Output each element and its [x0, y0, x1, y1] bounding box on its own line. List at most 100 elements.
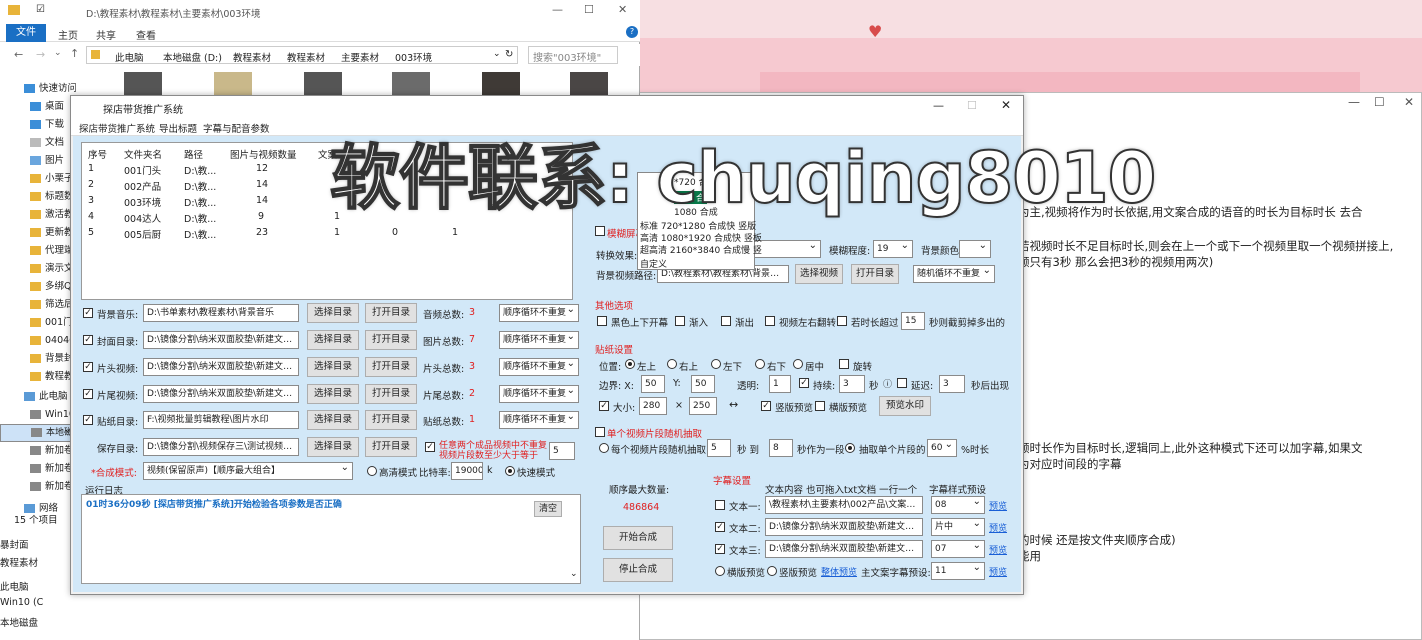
- cover-open-button[interactable]: 打开目录: [365, 330, 417, 350]
- delay-checkbox[interactable]: [897, 378, 907, 388]
- pos-radio[interactable]: [667, 359, 677, 369]
- menu-subtitle-voice[interactable]: 字幕与配音参数: [203, 121, 270, 135]
- intro-open-button[interactable]: 打开目录: [365, 357, 417, 377]
- cover-path-input[interactable]: D:\镜像分割\纳米双面胶垫\新建文件夹: [143, 331, 299, 349]
- cover-mode-select[interactable]: 顺序循环不重复: [499, 331, 579, 349]
- rotate-checkbox[interactable]: [839, 359, 849, 369]
- text2-preview-link[interactable]: 预览: [989, 521, 1007, 534]
- save-path-input[interactable]: D:\镜像分割\视频保存三\测试视频\04C: [143, 438, 299, 456]
- hq-radio[interactable]: [367, 466, 377, 476]
- nav-item[interactable]: 更新教: [0, 224, 76, 242]
- bg-mode-select[interactable]: 随机循环不重复: [913, 265, 995, 283]
- back-icon[interactable]: ←: [14, 48, 23, 61]
- nav-item[interactable]: 小栗子: [0, 170, 76, 188]
- nav-item[interactable]: 图片: [0, 152, 76, 170]
- breadcrumb-item[interactable]: 主要素材: [341, 50, 379, 64]
- bgm-select-button[interactable]: 选择目录: [307, 303, 359, 323]
- v-preview-radio[interactable]: [767, 566, 777, 576]
- percent-select[interactable]: 60: [927, 439, 957, 457]
- chevron-down-icon[interactable]: ⌄: [493, 49, 501, 59]
- sticker-checkbox[interactable]: ✓: [83, 415, 93, 425]
- cover-checkbox[interactable]: ✓: [83, 335, 93, 345]
- h-preview-radio[interactable]: [715, 566, 725, 576]
- whole-preview-link[interactable]: 整体预览: [821, 565, 857, 578]
- save-select-button[interactable]: 选择目录: [307, 437, 359, 457]
- compose-mode-select[interactable]: 视频(保留原声)【顺序最大组合】: [143, 462, 353, 480]
- no-repeat-checkbox[interactable]: ✓: [425, 442, 435, 452]
- alpha-input[interactable]: 1: [769, 375, 791, 393]
- refresh-icon[interactable]: ↻: [505, 49, 513, 60]
- nav-item[interactable]: 新加卷: [0, 478, 76, 496]
- tab-file[interactable]: 文件: [6, 24, 46, 42]
- nav-item[interactable]: 本地磁: [0, 424, 76, 442]
- nav-item[interactable]: 新加卷: [0, 442, 76, 460]
- up-icon[interactable]: ↑: [70, 47, 79, 60]
- main-preset-select[interactable]: 11: [931, 562, 985, 580]
- nav-item[interactable]: 教程教: [0, 368, 76, 386]
- text3-input[interactable]: D:\镜像分割\纳米双面胶垫\新建文件夹: [765, 540, 923, 558]
- nav-item[interactable]: 多绑Q: [0, 278, 76, 296]
- nav-item[interactable]: 激活教: [0, 206, 76, 224]
- outro-path-input[interactable]: D:\镜像分割\纳米双面胶垫\新建文件夹: [143, 385, 299, 403]
- opt-checkbox[interactable]: [721, 316, 731, 326]
- stop-button[interactable]: 停止合成: [603, 558, 673, 582]
- breadcrumb[interactable]: 此电脑 本地磁盘 (D:) 教程素材 教程素材 主要素材 003环境 ⌄ ↻: [86, 46, 518, 64]
- menu-export-title[interactable]: 导出标题: [159, 121, 197, 135]
- nav-item[interactable]: 筛选后: [0, 296, 76, 314]
- minimize-icon[interactable]: —: [933, 99, 944, 112]
- nav-item[interactable]: 新加卷: [0, 460, 76, 478]
- breadcrumb-item[interactable]: 003环境: [395, 50, 432, 64]
- help-icon[interactable]: ?: [626, 26, 638, 38]
- main-preview-link[interactable]: 预览: [989, 565, 1007, 578]
- clip-min-input[interactable]: 5: [707, 439, 731, 457]
- breadcrumb-item[interactable]: 本地磁盘 (D:): [163, 50, 222, 64]
- nav-item[interactable]: 演示文: [0, 260, 76, 278]
- delay-input[interactable]: 3: [939, 375, 965, 393]
- chevron-down-icon[interactable]: ⌄: [54, 48, 62, 58]
- start-button[interactable]: 开始合成: [603, 526, 673, 550]
- bgm-open-button[interactable]: 打开目录: [365, 303, 417, 323]
- pos-radio[interactable]: [625, 359, 635, 369]
- nav-item[interactable]: 桌面: [0, 98, 76, 116]
- breadcrumb-item[interactable]: 教程素材: [287, 50, 325, 64]
- intro-path-input[interactable]: D:\镜像分割\纳米双面胶垫\新建文件夹: [143, 358, 299, 376]
- dropdown-option[interactable]: 超高清 2160*3840 合成慢 竖: [640, 243, 762, 256]
- no-repeat-input[interactable]: 5: [549, 442, 575, 460]
- text2-style-select[interactable]: 片中: [931, 518, 985, 536]
- nav-item[interactable]: 下载: [0, 116, 76, 134]
- text3-preview-link[interactable]: 预览: [989, 543, 1007, 556]
- bg-color-picker[interactable]: [959, 240, 991, 258]
- text1-style-select[interactable]: 08: [931, 496, 985, 514]
- tab-share[interactable]: 共享: [96, 27, 116, 42]
- fast-radio[interactable]: [505, 466, 515, 476]
- nav-item[interactable]: 背景封: [0, 350, 76, 368]
- pos-radio[interactable]: [793, 359, 803, 369]
- select-video-button[interactable]: 选择视频: [795, 264, 843, 284]
- nav-item[interactable]: 04046: [0, 332, 76, 350]
- outro-mode-select[interactable]: 顺序循环不重复: [499, 385, 579, 403]
- text1-preview-link[interactable]: 预览: [989, 499, 1007, 512]
- outro-checkbox[interactable]: ✓: [83, 389, 93, 399]
- dropdown-option[interactable]: 自定义: [640, 257, 667, 270]
- bitrate-input[interactable]: 19000: [451, 462, 483, 480]
- maximize-icon[interactable]: ☐: [584, 3, 594, 16]
- text3-style-select[interactable]: 07: [931, 540, 985, 558]
- preview-watermark-button[interactable]: 预览水印: [879, 396, 931, 416]
- y-input[interactable]: 50: [691, 375, 715, 393]
- pos-radio[interactable]: [755, 359, 765, 369]
- pos-radio[interactable]: [711, 359, 721, 369]
- search-input[interactable]: 搜索"003环境": [528, 46, 618, 64]
- opt-checkbox[interactable]: [597, 316, 607, 326]
- text1-input[interactable]: \教程素材\主要素材\002产品\文案2.txt: [765, 496, 923, 514]
- breadcrumb-item[interactable]: 教程素材: [233, 50, 271, 64]
- nav-item[interactable]: 001门: [0, 314, 76, 332]
- nav-item[interactable]: Win10: [0, 406, 76, 424]
- forward-icon[interactable]: →: [36, 48, 45, 61]
- cover-select-button[interactable]: 选择目录: [307, 330, 359, 350]
- maximize-icon[interactable]: ☐: [1374, 95, 1385, 109]
- nav-item[interactable]: 快速访问: [0, 80, 76, 98]
- outro-select-button[interactable]: 选择目录: [307, 384, 359, 404]
- hpreview-checkbox[interactable]: [815, 401, 825, 411]
- sticker-mode-select[interactable]: 顺序循环不重复: [499, 411, 579, 429]
- clear-log-button[interactable]: 清空: [534, 501, 562, 517]
